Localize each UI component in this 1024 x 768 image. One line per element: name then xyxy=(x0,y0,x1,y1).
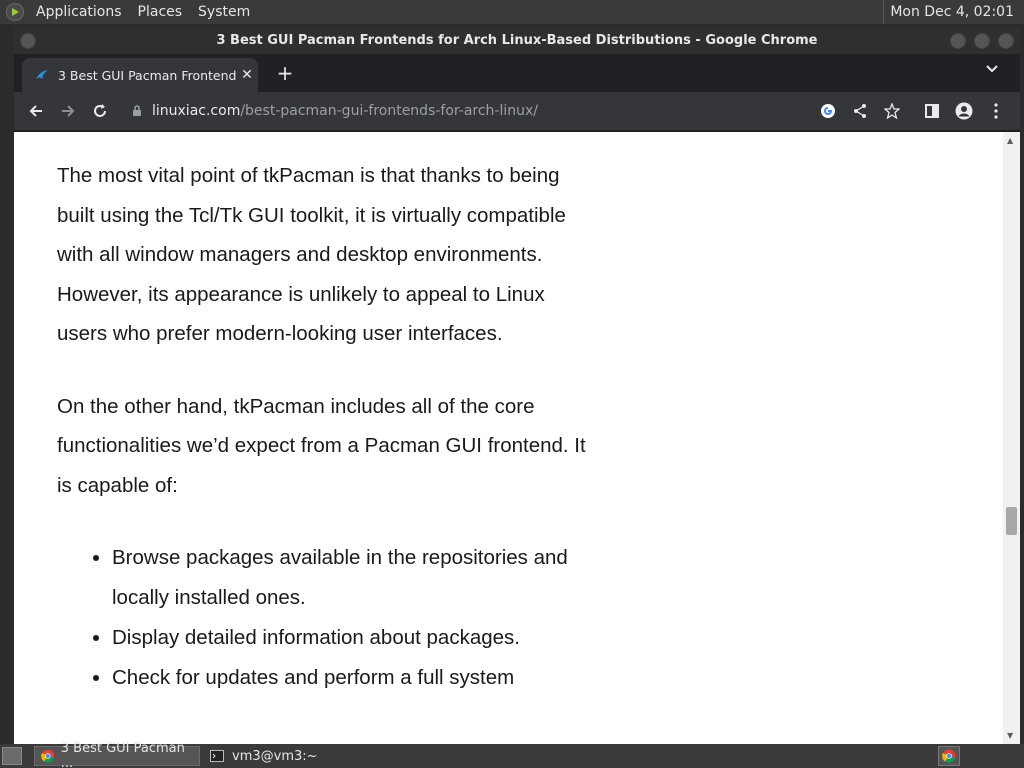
window-titlebar[interactable]: 3 Best GUI Pacman Frontends for Arch Lin… xyxy=(14,28,1020,54)
menu-places[interactable]: Places xyxy=(130,0,191,24)
os-logo-icon[interactable] xyxy=(6,3,24,21)
chrome-icon xyxy=(41,749,55,763)
taskbar-terminal-label: vm3@vm3:~ xyxy=(232,748,318,764)
forward-icon[interactable] xyxy=(56,99,80,123)
new-tab-button[interactable]: + xyxy=(272,60,298,86)
site-favicon-icon xyxy=(36,70,48,79)
menu-system[interactable]: System xyxy=(190,0,258,24)
google-lens-icon[interactable] xyxy=(816,99,840,123)
scroll-down-icon[interactable]: ▼ xyxy=(1007,731,1013,740)
reload-icon[interactable] xyxy=(88,99,112,123)
browser-toolbar: linuxiac.com/best-pacman-gui-frontends-f… xyxy=(14,92,1020,130)
list-item: Display detailed information about packa… xyxy=(112,618,587,658)
back-icon[interactable] xyxy=(24,99,48,123)
url-host: linuxiac.com xyxy=(152,103,241,119)
window-menu-icon[interactable] xyxy=(20,33,36,49)
lock-icon[interactable] xyxy=(132,105,142,117)
bookmark-star-icon[interactable] xyxy=(880,99,904,123)
maximize-icon[interactable] xyxy=(974,33,990,49)
article-paragraph: On the other hand, tkPacman includes all… xyxy=(57,394,586,497)
page-content[interactable]: The most vital point of tkPacman is that… xyxy=(14,132,1003,744)
taskbar-chrome-window[interactable]: 3 Best GUI Pacman ... xyxy=(34,741,200,768)
tab-search-icon[interactable] xyxy=(986,61,998,77)
list-item: Browse packages available in the reposit… xyxy=(112,538,587,618)
terminal-icon xyxy=(210,750,224,762)
list-item: Check for updates and perform a full sys… xyxy=(112,658,587,698)
taskbar-chrome-label: 3 Best GUI Pacman ... xyxy=(60,741,185,768)
article-paragraph: The most vital point of tkPacman is that… xyxy=(57,164,566,345)
top-panel: Applications Places System Mon Dec 4, 02… xyxy=(0,0,1024,24)
tab-title: 3 Best GUI Pacman Frontends xyxy=(58,67,236,83)
show-desktop-icon[interactable] xyxy=(2,747,22,765)
close-window-icon[interactable] xyxy=(998,33,1014,49)
share-icon[interactable] xyxy=(848,99,872,123)
window-title: 3 Best GUI Pacman Frontends for Arch Lin… xyxy=(216,33,818,48)
tab-active[interactable]: 3 Best GUI Pacman Frontends ✕ xyxy=(22,58,258,92)
side-panel-icon[interactable] xyxy=(920,99,944,123)
address-bar[interactable]: linuxiac.com/best-pacman-gui-frontends-f… xyxy=(122,95,852,127)
clock[interactable]: Mon Dec 4, 02:01 xyxy=(883,0,1020,24)
feature-list: Browse packages available in the reposit… xyxy=(112,538,587,698)
more-menu-icon[interactable] xyxy=(984,99,1008,123)
tab-close-icon[interactable]: ✕ xyxy=(236,67,258,83)
taskbar-terminal-window[interactable]: vm3@vm3:~ xyxy=(204,746,368,766)
menu-applications[interactable]: Applications xyxy=(28,0,130,24)
url-path: /best-pacman-gui-frontends-for-arch-linu… xyxy=(240,103,538,119)
article-body: The most vital point of tkPacman is that… xyxy=(57,156,587,698)
browser-window: 3 Best GUI Pacman Frontends for Arch Lin… xyxy=(14,28,1020,744)
tray-chrome-icon[interactable] xyxy=(938,746,960,766)
minimize-icon[interactable] xyxy=(950,33,966,49)
vertical-scrollbar[interactable]: ▲ ▼ xyxy=(1003,132,1020,744)
tab-strip: 3 Best GUI Pacman Frontends ✕ + xyxy=(14,54,1020,92)
profile-avatar-icon[interactable] xyxy=(952,99,976,123)
scroll-up-icon[interactable]: ▲ xyxy=(1007,136,1013,145)
taskbar: 3 Best GUI Pacman ... vm3@vm3:~ xyxy=(0,741,1024,768)
scrollbar-thumb[interactable] xyxy=(1006,507,1017,535)
